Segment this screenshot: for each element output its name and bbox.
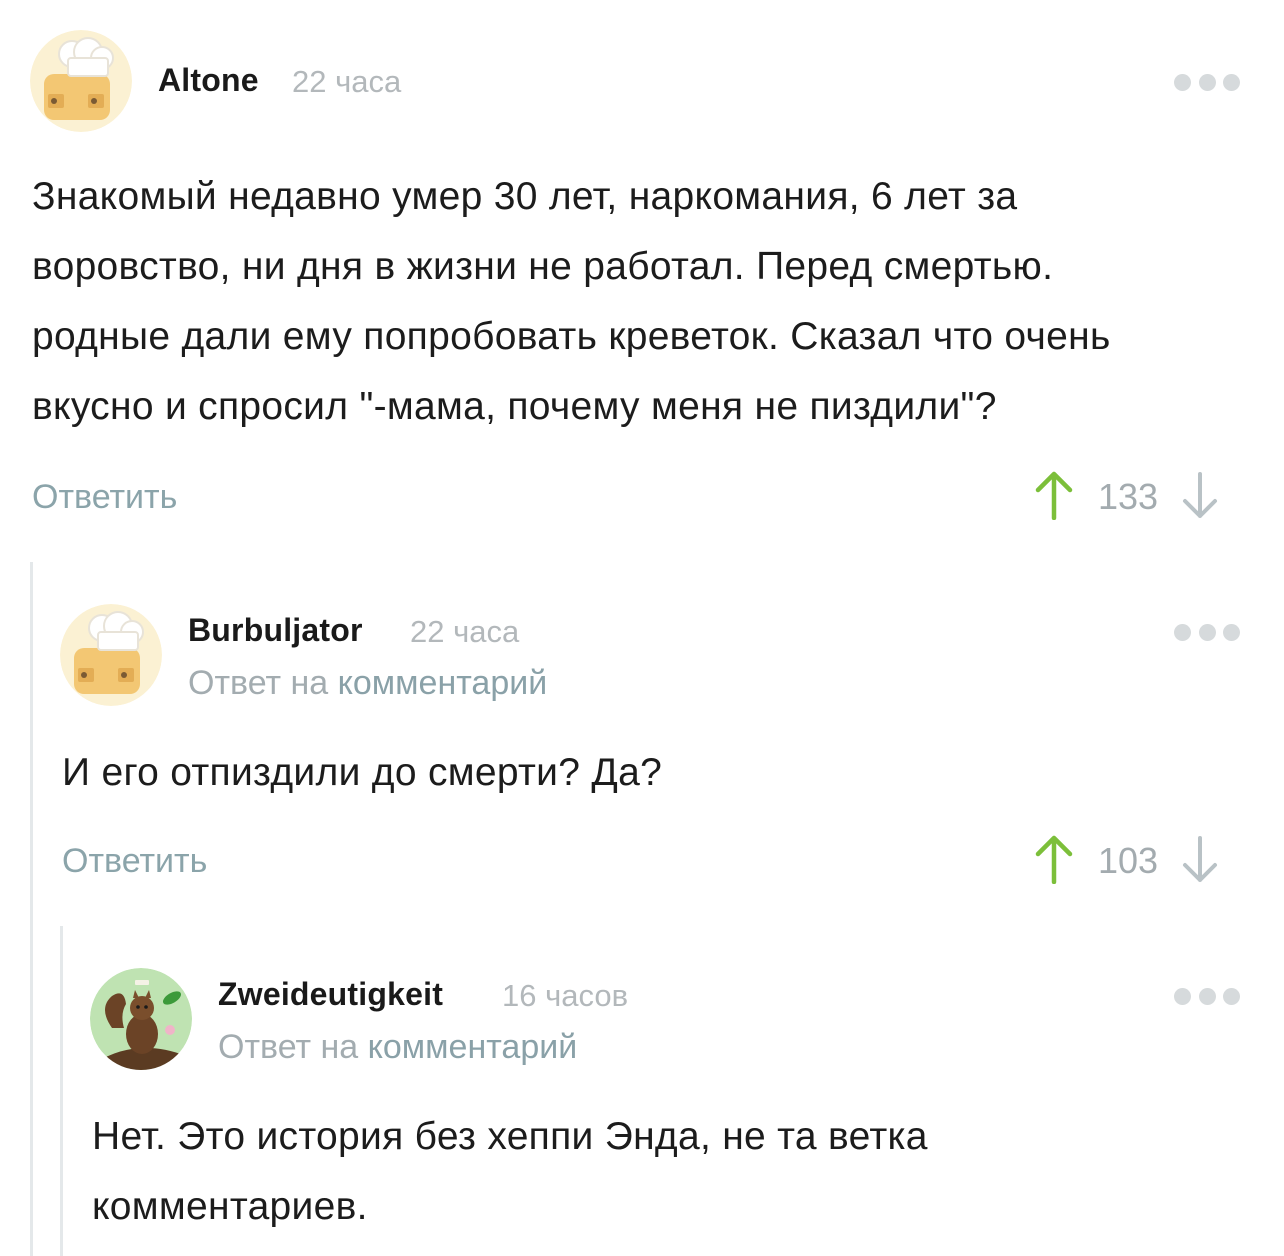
comment-text-line: комментариев.	[92, 1185, 368, 1228]
author-name[interactable]: Zweideutigkeit	[218, 976, 443, 1013]
reply-to-prefix: Ответ на	[218, 1028, 359, 1066]
dot-icon	[1198, 987, 1216, 1005]
comment-time: 16 часов	[502, 978, 629, 1013]
more-options-button[interactable]	[1174, 986, 1240, 1006]
reply-to-link[interactable]: комментарий	[368, 1028, 578, 1066]
comment-text-line: Нет. Это история без хеппи Энда, не та в…	[92, 1115, 928, 1158]
dot-icon	[1174, 987, 1191, 1005]
reply-to-line: Ответ на комментарий	[218, 1028, 577, 1067]
comment-text: Нет. Это история без хеппи Энда, не та в…	[92, 1102, 1262, 1242]
avatar[interactable]	[90, 968, 192, 1070]
dot-icon	[1223, 987, 1240, 1005]
comment-3: Zweideutigkeit 16 часов Ответ на коммент…	[0, 0, 1284, 1256]
squirrel-avatar-icon	[90, 968, 192, 1070]
